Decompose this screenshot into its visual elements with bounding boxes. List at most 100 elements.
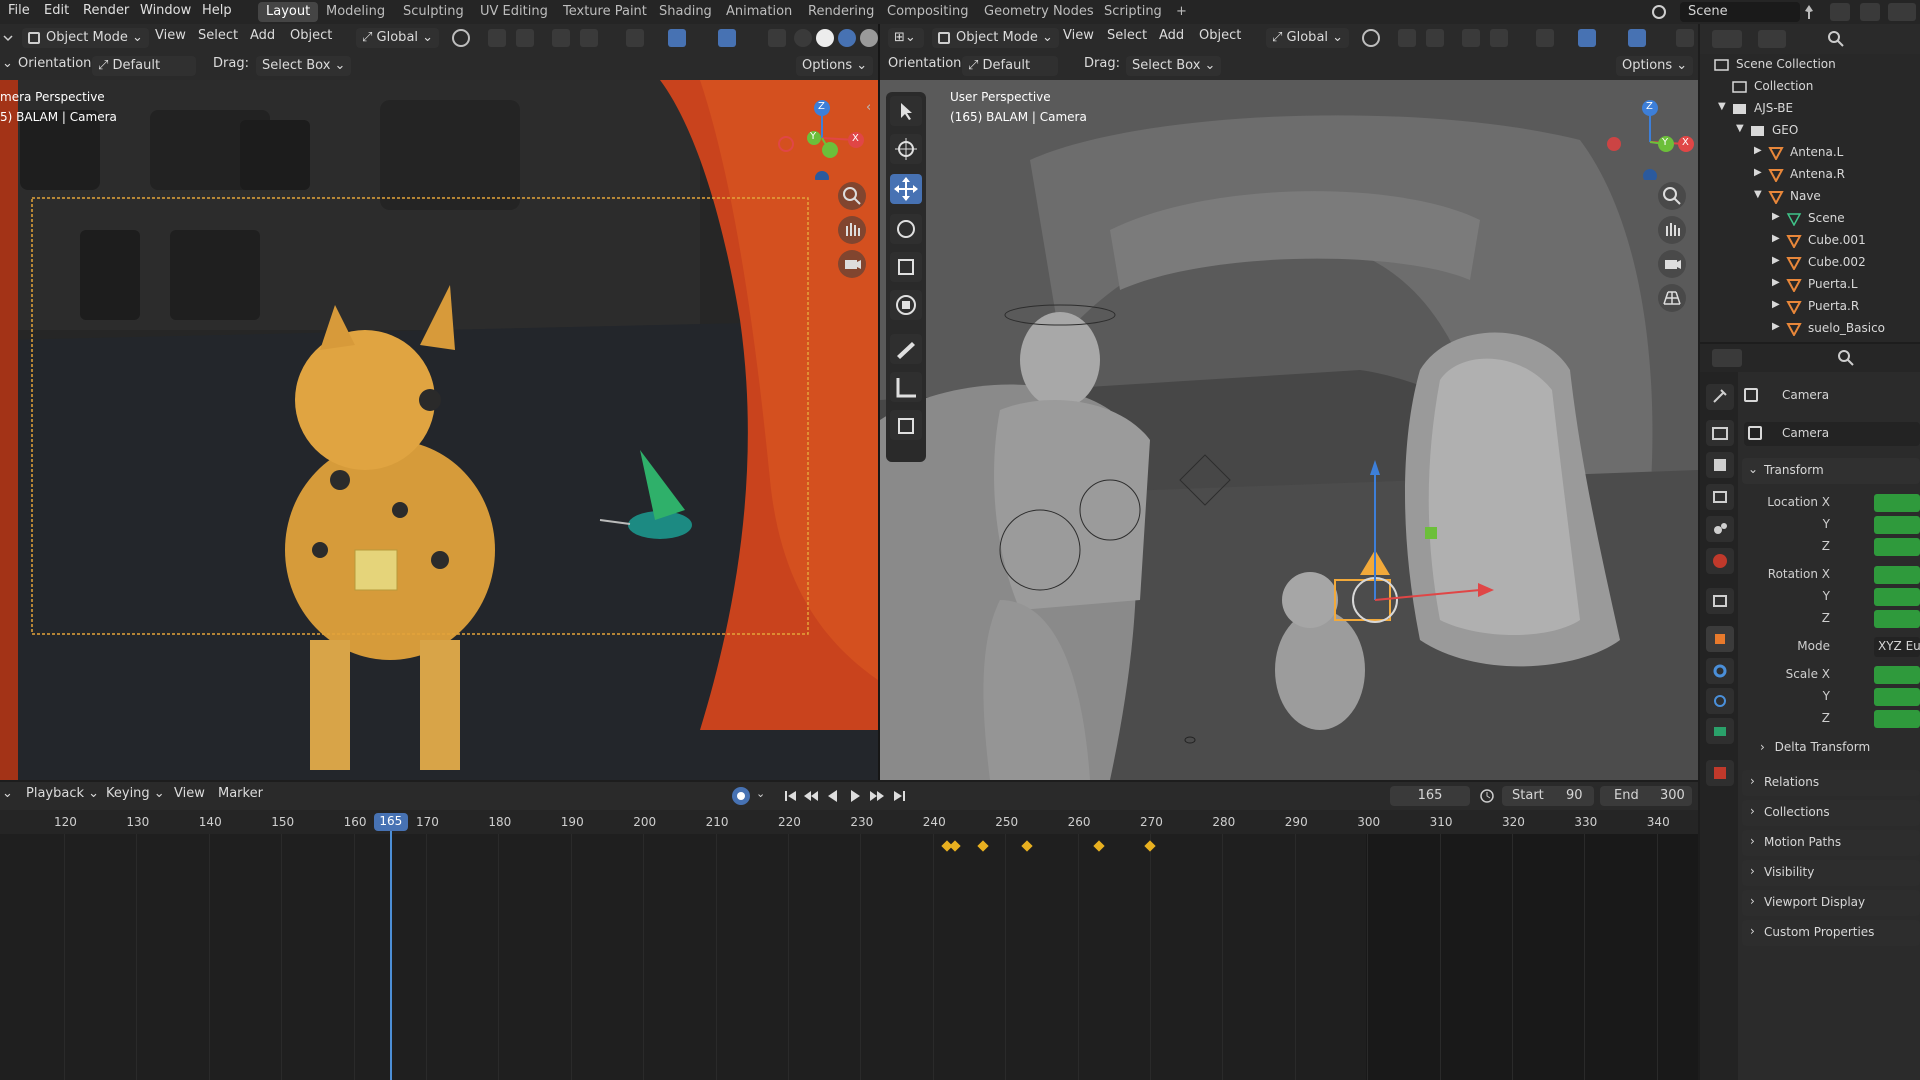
drag-dropdown[interactable]: Select Box ⌄ — [1126, 56, 1222, 76]
rotation-y-field[interactable] — [1874, 588, 1920, 606]
delete-scene-icon[interactable] — [1860, 3, 1880, 21]
menu-select[interactable]: Select — [1107, 28, 1147, 48]
outliner-row[interactable]: ▶ Puerta.R — [1700, 296, 1920, 318]
outliner-row[interactable]: ▼ GEO — [1700, 120, 1920, 142]
menu-add[interactable]: Add — [1159, 28, 1184, 48]
next-keyframe-icon[interactable] — [868, 787, 886, 805]
render-tab-icon[interactable] — [1706, 420, 1734, 446]
play-reverse-icon[interactable] — [824, 787, 842, 805]
play-icon[interactable] — [846, 787, 864, 805]
options-button[interactable]: Options ⌄ — [796, 56, 874, 76]
disclosure-triangle-icon[interactable]: ▼ — [1736, 123, 1744, 134]
visibility-icon[interactable] — [1536, 29, 1554, 47]
transform-tool-icon[interactable] — [890, 290, 922, 320]
editor-type-icon[interactable] — [2, 28, 14, 46]
editor-type-dropdown[interactable]: ⊞⌄ — [888, 28, 924, 48]
cursor-tool-icon[interactable] — [890, 134, 922, 164]
tab-uv-editing[interactable]: UV Editing — [472, 2, 556, 22]
disclosure-triangle-icon[interactable]: ▶ — [1772, 321, 1780, 332]
panel-motion-paths[interactable]: › Motion Paths — [1742, 830, 1920, 856]
menu-select[interactable]: Select — [198, 28, 238, 48]
mode-dropdown[interactable]: Object Mode ⌄ — [932, 28, 1059, 48]
tab-shading[interactable]: Shading — [651, 2, 720, 22]
rotation-x-field[interactable] — [1874, 566, 1920, 584]
timeline-area[interactable] — [0, 810, 1698, 1080]
disclosure-triangle-icon[interactable]: ▶ — [1772, 255, 1780, 266]
overlay-toggle-icon[interactable] — [718, 29, 736, 47]
tab-layout[interactable]: Layout — [258, 2, 319, 22]
outliner-row[interactable]: Scene Collection — [1700, 54, 1920, 76]
snap-target-icon[interactable] — [1426, 29, 1444, 47]
disclosure-triangle-icon[interactable]: ▶ — [1772, 233, 1780, 244]
outliner-row[interactable]: ▶ Antena.R — [1700, 164, 1920, 186]
delta-transform-subpanel[interactable]: › Delta Transform — [1760, 740, 1920, 762]
left-viewport[interactable]: mera Perspective 5) BALAM | Camera Z X Y… — [0, 80, 878, 780]
camera-view-icon[interactable] — [838, 250, 866, 278]
tab-sculpting[interactable]: Sculpting — [395, 2, 472, 22]
navigation-gizmo[interactable]: Z X Y — [1602, 88, 1694, 180]
tab-animation[interactable]: Animation — [718, 2, 800, 22]
playhead-line[interactable] — [389, 828, 392, 1080]
disclosure-triangle-icon[interactable]: ▼ — [1754, 189, 1762, 200]
panel-collections[interactable]: › Collections — [1742, 800, 1920, 826]
auto-keying-icon[interactable] — [732, 787, 750, 805]
playhead-frame-badge[interactable]: 165 — [373, 813, 408, 831]
clock-icon[interactable] — [1478, 787, 1496, 805]
outliner-row[interactable]: Collection — [1700, 76, 1920, 98]
disclosure-triangle-icon[interactable]: ▶ — [1772, 299, 1780, 310]
orientation-dropdown[interactable]: ⤢ Default — [962, 56, 1058, 76]
current-frame-field[interactable]: 165 — [1390, 786, 1470, 806]
tab-texture-paint[interactable]: Texture Paint — [555, 2, 655, 22]
solid-shading-icon[interactable] — [816, 29, 834, 47]
zoom-icon[interactable] — [1658, 182, 1686, 210]
navigation-gizmo[interactable]: Z X Y — [772, 88, 864, 180]
transform-orientation-dropdown[interactable]: ⤢ Global ⌄ — [356, 28, 440, 48]
outliner-row[interactable]: ▶ Puerta.L — [1700, 274, 1920, 296]
menu-add[interactable]: Add — [250, 28, 275, 48]
menu-edit[interactable]: Edit — [44, 3, 69, 18]
zoom-icon[interactable] — [838, 182, 866, 210]
menu-window[interactable]: Window — [140, 3, 191, 18]
menu-help[interactable]: Help — [202, 3, 232, 18]
texture-tab-icon[interactable] — [1706, 760, 1734, 786]
mode-dropdown[interactable]: Object Mode ⌄ — [22, 28, 149, 48]
scale-z-field[interactable] — [1874, 710, 1920, 728]
snap-target-icon[interactable] — [516, 29, 534, 47]
rotation-mode-dropdown[interactable]: XYZ Eu — [1874, 637, 1920, 657]
menu-marker[interactable]: Marker — [218, 786, 263, 806]
outliner-row[interactable]: ▶ suelo_Basico — [1700, 318, 1920, 340]
menu-render[interactable]: Render — [83, 3, 129, 18]
scale-x-field[interactable] — [1874, 666, 1920, 684]
rendered-shading-icon[interactable] — [860, 29, 878, 47]
orientation-dropdown[interactable]: ⤢ Default — [92, 56, 196, 76]
output-tab-icon[interactable] — [1706, 452, 1734, 478]
tab-scripting[interactable]: Scripting — [1096, 2, 1170, 22]
outliner-row[interactable]: ▼ Nave — [1700, 186, 1920, 208]
location-z-field[interactable] — [1874, 538, 1920, 556]
gizmo-toggle-icon[interactable] — [668, 29, 686, 47]
outliner-editor-type-icon[interactable] — [1712, 30, 1742, 48]
sidebar-toggle-icon[interactable]: ‹ — [866, 100, 876, 120]
wireframe-shading-icon[interactable] — [794, 29, 812, 47]
add-workspace-button[interactable]: + — [1168, 2, 1195, 22]
measure-tool-icon[interactable] — [890, 372, 922, 402]
panel-visibility[interactable]: › Visibility — [1742, 860, 1920, 886]
end-frame-field[interactable]: End 300 — [1600, 786, 1692, 806]
disclosure-triangle-icon[interactable]: ▶ — [1754, 145, 1762, 156]
pivot-point-icon[interactable] — [452, 29, 470, 47]
tool-tab-icon[interactable] — [1706, 384, 1734, 410]
gizmo-toggle-icon[interactable] — [1578, 29, 1596, 47]
new-scene-icon[interactable] — [1830, 3, 1850, 21]
tab-geometry-nodes[interactable]: Geometry Nodes — [976, 2, 1102, 22]
menu-object[interactable]: Object — [290, 28, 332, 48]
disclosure-triangle-icon[interactable]: ▶ — [1772, 277, 1780, 288]
outliner-row[interactable]: ▼ AJS-BE — [1700, 98, 1920, 120]
tab-rendering[interactable]: Rendering — [800, 2, 882, 22]
perspective-toggle-icon[interactable] — [1658, 284, 1686, 312]
disclosure-triangle-icon[interactable]: ▶ — [1772, 211, 1780, 222]
disclosure-triangle-icon[interactable]: ▼ — [1718, 101, 1726, 112]
location-y-field[interactable] — [1874, 516, 1920, 534]
start-frame-field[interactable]: Start 90 — [1502, 786, 1594, 806]
menu-keying[interactable]: Keying ⌄ — [106, 786, 165, 806]
proportional-edit-icon[interactable] — [552, 29, 570, 47]
